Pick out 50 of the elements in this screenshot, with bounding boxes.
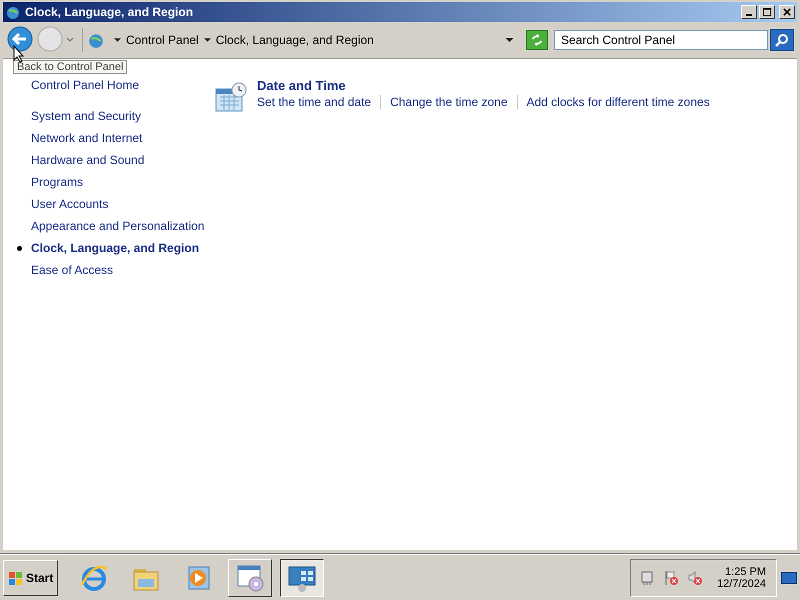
clock-date[interactable]: 12/7/2024 — [717, 578, 766, 590]
recent-pages-caret-icon[interactable] — [66, 37, 74, 43]
category-link[interactable]: Network and Internet — [31, 131, 142, 145]
network-icon[interactable] — [639, 570, 656, 586]
minimize-button[interactable] — [741, 5, 757, 19]
control-panel-home-link[interactable]: Control Panel Home — [31, 78, 140, 92]
caret-icon[interactable] — [204, 37, 211, 43]
breadcrumb[interactable]: Control Panel — [126, 33, 199, 47]
globe-icon — [5, 4, 21, 20]
maximize-icon — [762, 8, 772, 16]
refresh-button[interactable] — [526, 30, 548, 50]
category-link[interactable]: Programs — [31, 175, 84, 189]
control-taskbar-button[interactable] — [280, 558, 324, 596]
task-link[interactable]: Change the time zone — [380, 95, 516, 109]
start-button[interactable]: Start — [3, 560, 58, 596]
window-title: Clock, Language, and Region — [25, 5, 194, 19]
close-icon — [782, 8, 792, 16]
close-button[interactable] — [779, 5, 795, 19]
back-button[interactable] — [6, 26, 34, 54]
caret-icon[interactable] — [114, 37, 121, 43]
section-title[interactable]: Date and Time — [257, 78, 719, 93]
maximize-button[interactable] — [759, 5, 775, 19]
refresh-icon — [530, 33, 544, 47]
category-link[interactable]: Clock, Language, and Region — [31, 241, 200, 255]
address-bar[interactable]: Control Panel Clock, Language, and Region — [82, 28, 520, 52]
dropdown-caret-icon[interactable] — [505, 37, 514, 43]
category-link[interactable]: System and Security — [31, 109, 142, 123]
category-link[interactable]: Hardware and Sound — [31, 153, 144, 167]
window-taskbar-button[interactable] — [228, 558, 272, 596]
speaker-muted-icon[interactable] — [687, 570, 704, 586]
task-link[interactable]: Set the time and date — [257, 95, 380, 109]
tooltip: Back to Control Panel — [13, 60, 128, 74]
category-link[interactable]: Appearance and Personalization — [31, 219, 204, 233]
task-link[interactable]: Add clocks for different time zones — [516, 95, 719, 109]
search-icon — [774, 32, 790, 48]
category-link[interactable]: Ease of Access — [31, 263, 114, 277]
minimize-icon — [746, 14, 752, 16]
windows-logo-icon — [8, 570, 24, 586]
search-button[interactable] — [770, 29, 794, 51]
window-disc-icon — [235, 562, 266, 592]
show-desktop-icon[interactable] — [781, 572, 797, 584]
breadcrumb[interactable]: Clock, Language, and Region — [216, 33, 374, 47]
calendar-clock-icon[interactable] — [215, 81, 249, 113]
flag-error-icon[interactable] — [663, 570, 680, 586]
category-link[interactable]: User Accounts — [31, 197, 108, 211]
forward-circle-icon — [37, 26, 63, 52]
clock-time[interactable]: 1:25 PM — [725, 566, 766, 578]
search-field[interactable]: Search Control Panel — [554, 30, 768, 50]
mouse-cursor-icon — [13, 45, 25, 63]
browser-e-icon — [79, 562, 110, 592]
